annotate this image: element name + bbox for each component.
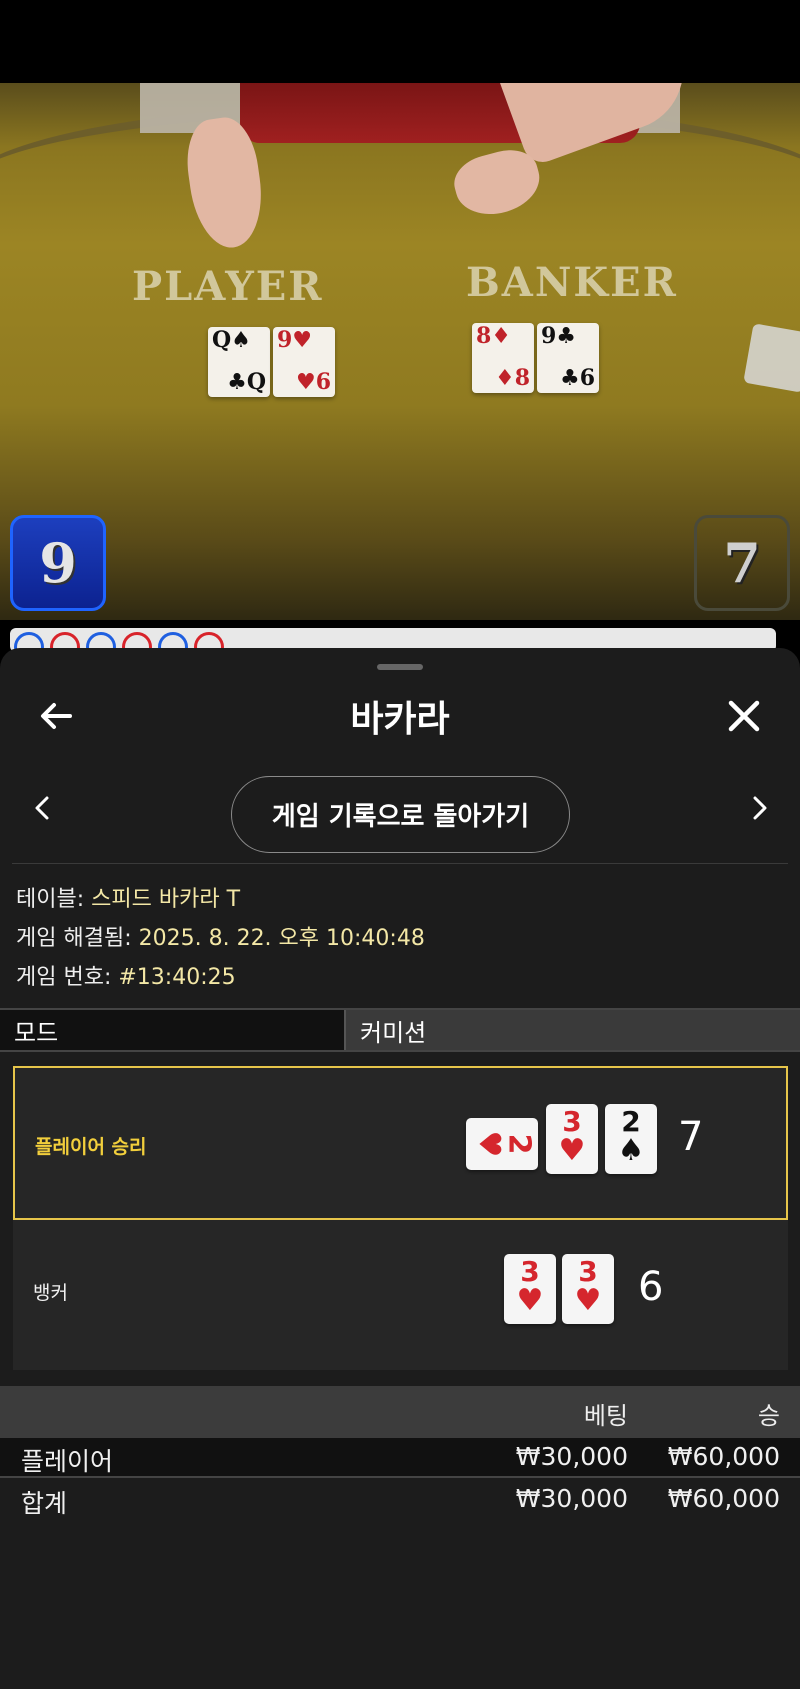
resolved-value: 2025. 8. 22. 오후 10:40:48 bbox=[138, 926, 425, 951]
status-bar-area bbox=[0, 0, 800, 83]
mode-value: 커미션 bbox=[360, 1018, 427, 1047]
chevron-right-icon bbox=[753, 796, 767, 820]
table-label: 테이블: bbox=[16, 887, 85, 912]
chevron-left-icon bbox=[35, 796, 49, 820]
table-card-banker-2: 9♣ ♣6 bbox=[537, 323, 599, 393]
banker-result-total: 6 bbox=[638, 1264, 664, 1310]
game-number-value: #13:40:25 bbox=[118, 965, 236, 990]
result-card-player-1: ♥ 2 bbox=[466, 1118, 538, 1170]
win-amount: ₩60,000 bbox=[667, 1442, 780, 1471]
bet-name: 플레이어 bbox=[21, 1447, 114, 1476]
result-card-banker-1: 3 ♥ bbox=[504, 1254, 556, 1324]
mode-label: 모드 bbox=[0, 1010, 346, 1050]
game-number-label: 게임 번호: bbox=[16, 965, 112, 990]
header-bet: 베팅 bbox=[583, 1402, 628, 1430]
resolved-info: 게임 해결됨: 2025. 8. 22. 오후 10:40:48 bbox=[16, 920, 425, 952]
total-bet-amount: ₩30,000 bbox=[515, 1484, 628, 1513]
divider bbox=[12, 863, 788, 864]
live-video: PLAYER BANKER Q♠ ♣Q 9♥ ♥6 8♦ ♦8 9♣ ♣6 9 7 bbox=[0, 83, 800, 620]
player-result-total: 7 bbox=[678, 1114, 704, 1160]
close-button[interactable] bbox=[716, 688, 772, 744]
banker-result-row: 뱅커 3 ♥ 3 ♥ 6 bbox=[13, 1220, 788, 1370]
table-card-banker-1: 8♦ ♦8 bbox=[472, 323, 534, 393]
banker-score-badge: 7 bbox=[694, 515, 790, 611]
result-card-player-3: 2 ♠ bbox=[605, 1104, 657, 1174]
table-info: 테이블: 스피드 바카라 T bbox=[16, 881, 240, 913]
game-number-info: 게임 번호: #13:40:25 bbox=[16, 959, 236, 991]
table-row: 플레이어 ₩30,000 ₩60,000 bbox=[0, 1438, 800, 1478]
player-score-badge: 9 bbox=[10, 515, 106, 611]
header-win: 승 bbox=[757, 1402, 780, 1430]
result-card-player-2: 3 ♥ bbox=[546, 1104, 598, 1174]
player-result-label: 플레이어 승리 bbox=[35, 1136, 147, 1158]
total-label: 합계 bbox=[21, 1489, 68, 1518]
bet-amount: ₩30,000 bbox=[515, 1442, 628, 1471]
card-shoe bbox=[743, 323, 800, 393]
mode-row: 모드 커미션 bbox=[0, 1008, 800, 1052]
table-value: 스피드 바카라 T bbox=[91, 887, 241, 912]
result-card-banker-2: 3 ♥ bbox=[562, 1254, 614, 1324]
player-result-row: 플레이어 승리 ♥ 2 3 ♥ 2 ♠ 7 bbox=[13, 1066, 788, 1220]
player-zone-label: PLAYER bbox=[132, 263, 324, 310]
banker-zone-label: BANKER bbox=[466, 259, 678, 306]
table-row-total: 합계 ₩30,000 ₩60,000 bbox=[0, 1480, 800, 1520]
table-card-player-1: Q♠ ♣Q bbox=[208, 327, 270, 397]
table-card-player-2: 9♥ ♥6 bbox=[273, 327, 335, 397]
game-detail-sheet: 바카라 게임 기록으로 돌아가기 테이블: 스피드 바카라 T 게임 해결됨: … bbox=[0, 648, 800, 1689]
sheet-grabber[interactable] bbox=[377, 664, 423, 670]
previous-game-button[interactable] bbox=[22, 783, 62, 833]
banker-result-label: 뱅커 bbox=[33, 1282, 68, 1304]
close-icon bbox=[728, 700, 760, 732]
total-win-amount: ₩60,000 bbox=[667, 1484, 780, 1513]
next-game-button[interactable] bbox=[740, 783, 780, 833]
sheet-title: 바카라 bbox=[350, 699, 450, 740]
bets-table-header: 베팅 승 bbox=[0, 1386, 800, 1438]
resolved-label: 게임 해결됨: bbox=[16, 926, 132, 951]
back-to-history-button[interactable]: 게임 기록으로 돌아가기 bbox=[231, 776, 570, 853]
